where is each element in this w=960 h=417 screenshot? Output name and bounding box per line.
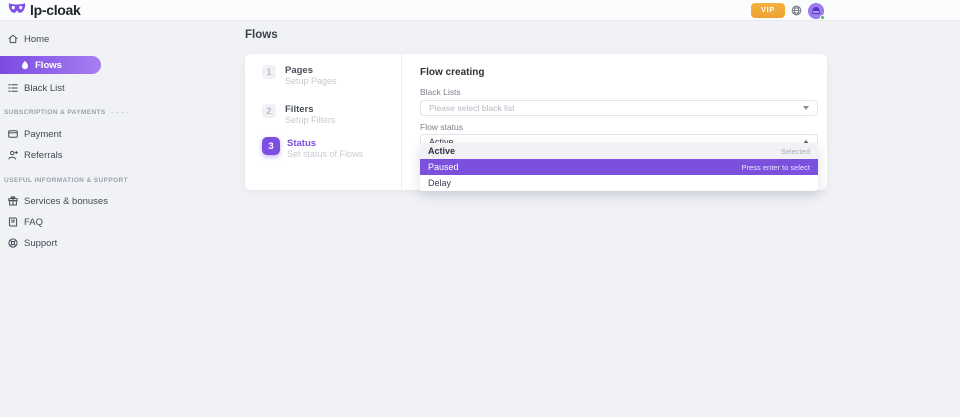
black-lists-label: Black Lists	[420, 87, 818, 97]
flow-status-label: Flow status	[420, 122, 818, 132]
sidebar-item-services-bonuses[interactable]: Services & bonuses	[0, 195, 210, 207]
vip-button[interactable]: VIP	[751, 3, 785, 18]
step-number-badge: 2	[262, 104, 276, 118]
dropdown-option-delay[interactable]: Delay	[420, 175, 818, 191]
flows-icon	[20, 60, 30, 70]
black-lists-placeholder: Please select black list	[429, 103, 515, 113]
sidebar: Home Flows Black List SUBSCRIPTION & PAY…	[0, 21, 210, 249]
sidebar-item-label: Referrals	[24, 150, 63, 161]
wizard-steps: 1 Pages Setup Pages 2 Filters Setup Filt…	[245, 54, 402, 190]
section-label: SUBSCRIPTION & PAYMENTS	[4, 109, 106, 116]
wizard-step-status-active[interactable]: 3 Status Set status of Flows	[262, 137, 363, 159]
option-label: Delay	[428, 178, 451, 188]
credit-card-icon	[8, 129, 18, 139]
option-label: Active	[428, 146, 455, 156]
sidebar-item-label: FAQ	[24, 217, 43, 228]
step-subtitle: Setup Filters	[285, 115, 336, 125]
life-ring-icon	[8, 238, 18, 248]
black-lists-select[interactable]: Please select black list	[420, 100, 818, 116]
sidebar-item-label: Home	[24, 34, 49, 45]
sidebar-section-subscription: SUBSCRIPTION & PAYMENTS	[0, 109, 210, 116]
page-title: Flows	[245, 29, 278, 41]
section-divider	[111, 112, 129, 113]
app-logo[interactable]: lp-cloak	[0, 1, 81, 19]
step-title: Pages	[285, 65, 337, 76]
sidebar-item-home[interactable]: Home	[0, 33, 210, 45]
dropdown-option-active[interactable]: Active Selected	[420, 143, 818, 159]
sidebar-item-label: Services & bonuses	[24, 196, 108, 207]
option-hint: Press enter to select	[742, 163, 810, 172]
home-icon	[8, 34, 18, 44]
top-header: lp-cloak VIP	[0, 0, 960, 21]
add-user-icon	[8, 150, 18, 160]
option-label: Paused	[428, 162, 459, 172]
section-label: USEFUL INFORMATION & SUPPORT	[4, 177, 128, 184]
mask-logo-icon	[8, 1, 26, 19]
option-hint: Selected	[781, 147, 810, 156]
sidebar-item-black-list[interactable]: Black List	[0, 82, 210, 94]
list-icon	[8, 83, 18, 93]
online-status-dot	[820, 15, 825, 20]
form-heading: Flow creating	[420, 67, 818, 79]
step-subtitle: Setup Pages	[285, 76, 337, 86]
chevron-down-icon	[803, 106, 809, 110]
sidebar-item-flows-active[interactable]: Flows	[0, 56, 101, 74]
step-number-badge: 1	[262, 65, 276, 79]
step-number-badge: 3	[262, 137, 280, 155]
step-title: Filters	[285, 104, 336, 115]
gift-icon	[8, 196, 18, 206]
sidebar-section-support: USEFUL INFORMATION & SUPPORT	[0, 177, 210, 184]
sidebar-item-support[interactable]: Support	[0, 237, 210, 249]
wizard-step-filters[interactable]: 2 Filters Setup Filters	[262, 104, 336, 125]
dropdown-option-paused[interactable]: Paused Press enter to select	[420, 159, 818, 175]
sidebar-item-faq[interactable]: FAQ	[0, 216, 210, 228]
user-avatar[interactable]	[808, 3, 824, 19]
sidebar-item-label: Flows	[35, 60, 62, 71]
wizard-step-pages[interactable]: 1 Pages Setup Pages	[262, 65, 337, 86]
logo-text: lp-cloak	[30, 2, 81, 18]
step-title: Status	[287, 138, 363, 149]
flow-creating-card: 1 Pages Setup Pages 2 Filters Setup Filt…	[245, 54, 827, 190]
flow-creating-form: Flow creating Black Lists Please select …	[402, 54, 827, 190]
book-icon	[8, 217, 18, 227]
globe-language-icon[interactable]	[791, 5, 802, 16]
sidebar-item-label: Support	[24, 238, 57, 249]
sidebar-item-referrals[interactable]: Referrals	[0, 149, 210, 161]
sidebar-item-payment[interactable]: Payment	[0, 128, 210, 140]
step-subtitle: Set status of Flows	[287, 149, 363, 159]
sidebar-item-label: Black List	[24, 83, 65, 94]
sidebar-item-label: Payment	[24, 129, 62, 140]
flow-status-dropdown: Active Selected Paused Press enter to se…	[420, 143, 818, 191]
